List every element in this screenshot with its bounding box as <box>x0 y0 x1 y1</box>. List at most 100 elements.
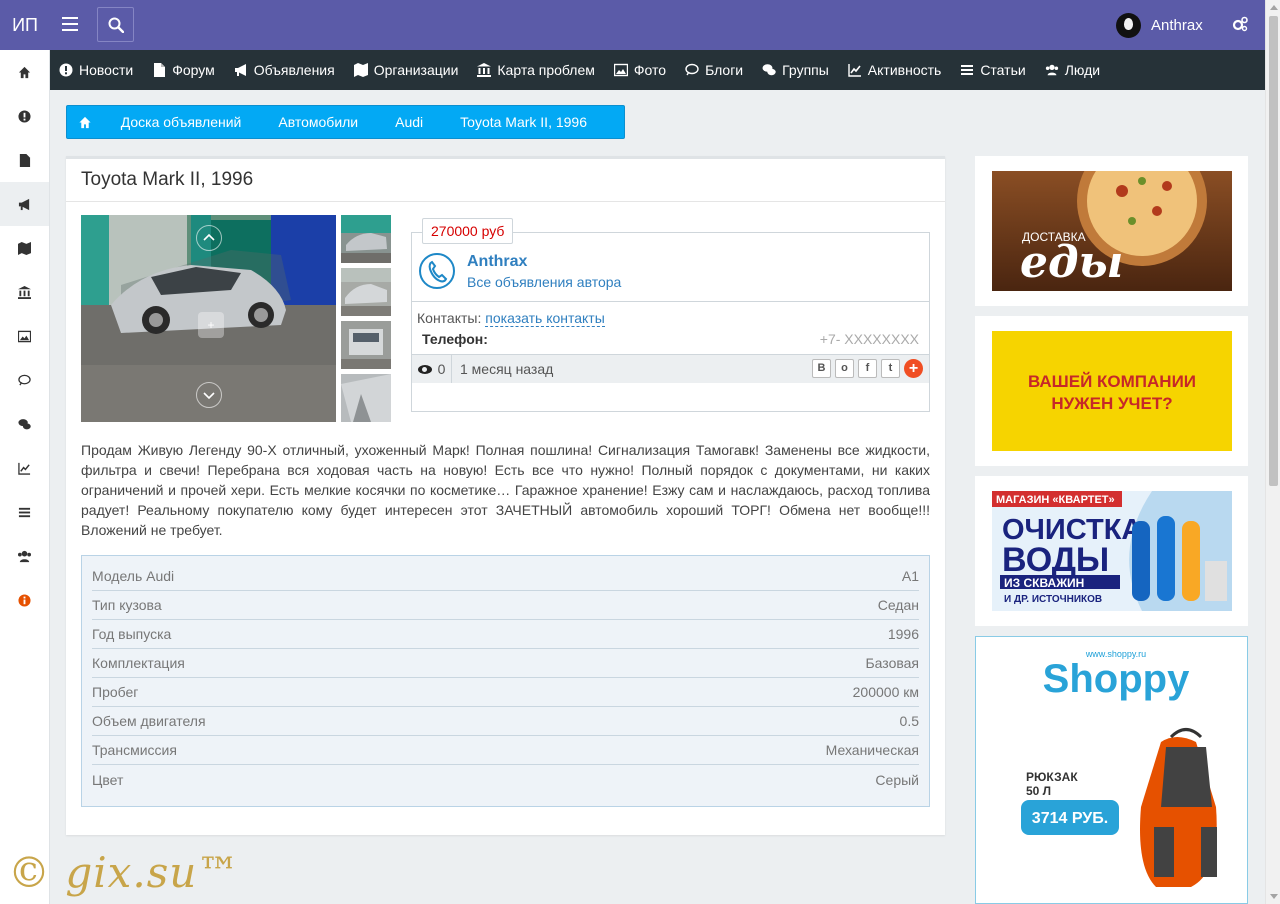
settings-cogs-icon[interactable] <box>1232 16 1248 37</box>
bank-icon <box>477 63 492 77</box>
views-count: 0 <box>437 361 446 377</box>
sidebar-item-groups[interactable] <box>0 402 49 446</box>
ad4-item2: 50 Л <box>1026 784 1051 798</box>
share-ok-button[interactable]: о <box>835 359 854 378</box>
breadcrumb-home[interactable] <box>67 116 104 129</box>
user-menu[interactable]: Anthrax <box>1116 12 1203 38</box>
menu-toggle-icon[interactable] <box>62 17 78 31</box>
sidebar-item-articles[interactable] <box>0 490 49 534</box>
sidebar-item-organizations[interactable] <box>0 226 49 270</box>
nav-item-news[interactable]: Новости <box>59 62 133 78</box>
sidebar-item-people[interactable] <box>0 534 49 578</box>
ad1-text2: еды <box>1020 237 1123 288</box>
show-contacts-link[interactable]: показать контакты <box>485 310 605 327</box>
line-chart-icon <box>848 64 861 77</box>
nav-item-photo[interactable]: Фото <box>613 62 667 78</box>
info-divider <box>412 301 929 302</box>
scroll-up-icon[interactable] <box>1270 5 1278 10</box>
site-logo[interactable]: ИП <box>0 0 50 50</box>
posted-time: 1 месяц назад <box>460 361 554 377</box>
scrollbar-thumb[interactable] <box>1269 16 1278 486</box>
nav-label: Организации <box>373 62 459 78</box>
list-icon <box>961 65 974 75</box>
share-vk-button[interactable]: В <box>812 359 831 378</box>
ad3-shop: МАГАЗИН «КВАРТЕТ» <box>996 494 1115 506</box>
main-car-photo[interactable]: + <box>81 215 336 422</box>
spec-row: Год выпуска 1996 <box>92 620 919 649</box>
sidebar-item-home[interactable] <box>0 50 49 94</box>
author-ads-link[interactable]: Все объявления автора <box>467 274 621 290</box>
share-facebook-button[interactable]: f <box>858 359 877 378</box>
top-bar: ИП Anthrax <box>0 0 1265 50</box>
spec-value: Механическая <box>825 742 919 758</box>
nav-item-organizations[interactable]: Организации <box>353 62 459 78</box>
spec-row: Пробег 200000 км <box>92 678 919 707</box>
nav-item-blogs[interactable]: Блоги <box>685 62 743 78</box>
users-icon <box>1045 64 1058 76</box>
breadcrumb-item[interactable]: Доска объявлений <box>121 114 242 130</box>
breadcrumb-item[interactable]: Автомобили <box>278 114 358 130</box>
ad-banner-shoppy[interactable]: www.shoppy.ru Shoppy РЮКЗАК 50 Л 3714 РУ… <box>975 636 1248 904</box>
nav-item-activity[interactable]: Активность <box>848 62 942 78</box>
sidebar-item-info[interactable] <box>0 578 49 622</box>
ad-banner-food-delivery[interactable]: ДОСТАВКА еды <box>975 156 1248 306</box>
main-nav: Новости Форум Объявления Организации Кар… <box>50 50 1265 90</box>
photo-thumbnail[interactable] <box>341 215 391 263</box>
nav-label: Активность <box>867 62 942 78</box>
sidebar-item-ads[interactable] <box>0 182 49 226</box>
listing-meta-bar: 0 1 месяц назад В о f t + <box>412 354 929 383</box>
sidebar-item-activity[interactable] <box>0 446 49 490</box>
nav-item-articles[interactable]: Статьи <box>960 62 1026 78</box>
nav-item-people[interactable]: Люди <box>1045 62 1100 78</box>
nav-label: Блоги <box>705 62 744 78</box>
exclamation-circle-icon <box>59 63 73 77</box>
nav-label: Фото <box>633 62 667 78</box>
file-icon <box>19 153 31 167</box>
spec-value: 1996 <box>887 626 919 642</box>
breadcrumb-item[interactable]: Audi <box>395 114 423 130</box>
nav-item-forum[interactable]: Форум <box>152 62 215 78</box>
spec-value: 0.5 <box>899 713 919 729</box>
spec-label: Цвет <box>92 771 124 788</box>
ad-banner-accounting[interactable]: ВАШЕЙ КОМПАНИИ НУЖЕН УЧЕТ? <box>975 316 1248 466</box>
scroll-down-icon[interactable] <box>1270 894 1278 899</box>
sidebar-item-news[interactable] <box>0 94 49 138</box>
spec-label: Пробег <box>92 684 139 700</box>
photo-thumbnail[interactable] <box>341 321 391 369</box>
sidebar-item-photo[interactable] <box>0 314 49 358</box>
author-name-link[interactable]: Anthrax <box>467 253 527 271</box>
nav-label: Форум <box>172 62 215 78</box>
sidebar-item-blogs[interactable] <box>0 358 49 402</box>
nav-item-ads[interactable]: Объявления <box>234 62 335 78</box>
file-icon <box>154 63 166 77</box>
photo-next-arrow-icon[interactable] <box>196 382 222 408</box>
search-icon <box>108 17 124 33</box>
nav-item-groups[interactable]: Группы <box>762 62 829 78</box>
nav-label: Объявления <box>253 62 335 78</box>
ad-banner-water-cleaning[interactable]: МАГАЗИН «КВАРТЕТ» ОЧИСТКА ВОДЫ ИЗ СКВАЖИ… <box>975 476 1248 626</box>
nav-item-problem-map[interactable]: Карта проблем <box>477 62 595 78</box>
seller-info-box: 270000 руб Anthrax Все объявления автора… <box>411 218 930 412</box>
spec-row: Цвет Серый <box>92 765 919 794</box>
photo-prev-arrow-icon[interactable] <box>196 225 222 251</box>
share-twitter-button[interactable]: t <box>881 359 900 378</box>
home-icon <box>18 66 31 78</box>
search-button[interactable] <box>97 7 134 42</box>
photo-thumbnails <box>341 215 391 427</box>
sidebar-item-problem-map[interactable] <box>0 270 49 314</box>
share-more-button[interactable]: + <box>904 359 923 378</box>
sidebar-item-forum[interactable] <box>0 138 49 182</box>
ad3-line4: И ДР. ИСТОЧНИКОВ <box>1004 594 1102 605</box>
price-badge: 270000 руб <box>422 218 514 244</box>
spec-row: Комплектация Базовая <box>92 649 919 678</box>
page-scrollbar[interactable] <box>1265 0 1280 904</box>
photo-thumbnail[interactable] <box>341 374 391 422</box>
image-icon <box>18 330 31 342</box>
zoom-plus-icon[interactable]: + <box>198 312 224 338</box>
spec-row: Тип кузова Седан <box>92 591 919 620</box>
image-icon <box>613 63 628 77</box>
photo-thumbnail[interactable] <box>341 268 391 316</box>
breadcrumb-item[interactable]: Toyota Mark II, 1996 <box>460 114 587 130</box>
exclamation-circle-icon <box>18 109 31 123</box>
phone-label: Телефон: <box>422 331 488 347</box>
